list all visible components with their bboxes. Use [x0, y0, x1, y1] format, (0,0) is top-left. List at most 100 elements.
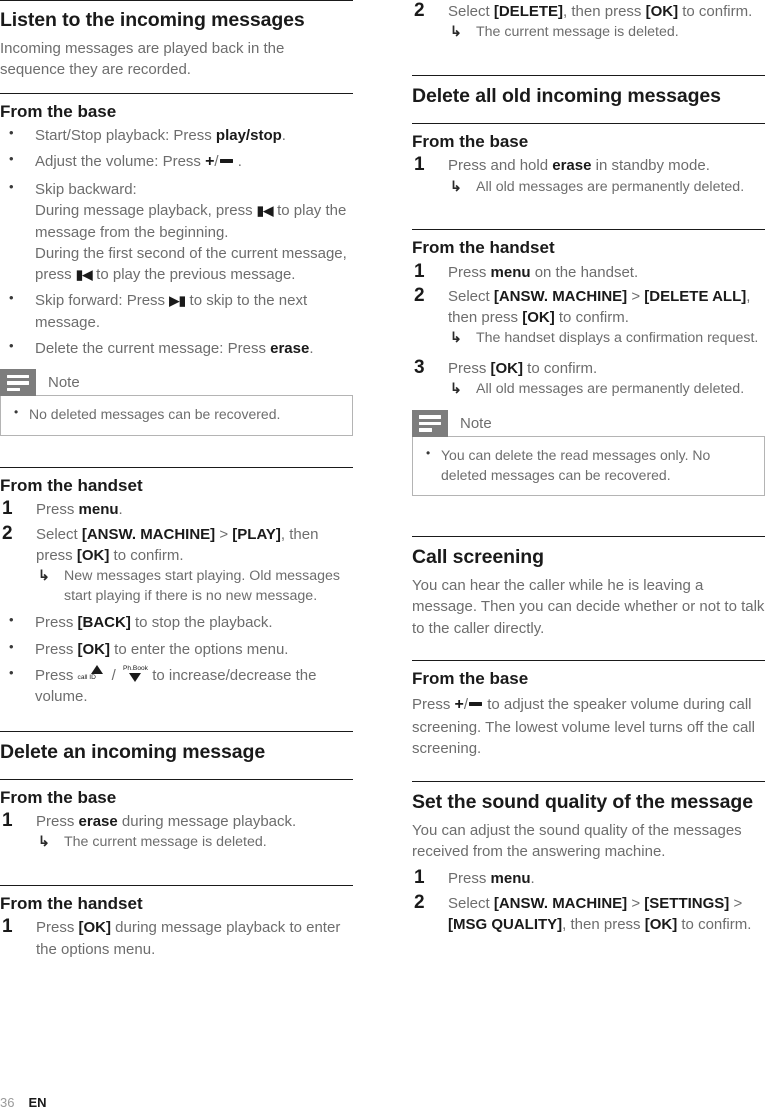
step-number: 1: [414, 154, 425, 176]
nav-down-phonebook-icon: Ph.Book: [120, 665, 148, 683]
delete-all-base-steps: 1 Press and hold erase in standby mode. …: [412, 154, 765, 198]
step-text: Select: [448, 894, 494, 912]
step-item: 1 Press [OK] during message playback to …: [0, 916, 353, 960]
list-item: Press [BACK] to stop the playback.: [0, 611, 353, 633]
step-text: Press: [36, 813, 79, 831]
bullet-text: Start/Stop playback: Press: [35, 126, 216, 144]
delete-handset-steps: 1 Press [OK] during message playback to …: [0, 916, 353, 960]
section-title-call-screening: Call screening: [412, 536, 765, 569]
step-text-suffix: during message playback.: [117, 813, 297, 831]
menu-answ-machine: [ANSW. MACHINE]: [493, 287, 628, 305]
subsection-title-from-the-handset-delete-all: From the handset: [412, 229, 765, 258]
step-item: 2 Select [DELETE], then press [OK] to co…: [412, 0, 765, 43]
bullet-text-suffix: .: [281, 126, 286, 144]
step-number: 1: [414, 260, 425, 282]
nav-down-label: Ph.Book: [123, 665, 148, 673]
key-ok: [OK]: [644, 915, 678, 933]
step-result: All old messages are permanently deleted…: [448, 379, 765, 400]
bullet-text: Press: [35, 667, 78, 685]
listen-handset-bullet-list: Press [BACK] to stop the playback. Press…: [0, 611, 353, 708]
call-screening-intro: You can hear the caller while he is leav…: [412, 577, 765, 637]
step-item: 1 Press menu.: [412, 867, 765, 889]
page-number: 36: [0, 1095, 15, 1110]
step-number: 2: [2, 522, 13, 544]
note-header: Note: [412, 409, 765, 437]
key-ok: [OK]: [522, 309, 555, 327]
menu-delete-all: [DELETE ALL]: [644, 287, 747, 305]
note-box: Note You can delete the read messages on…: [412, 409, 765, 497]
nav-up-callid-icon: call ID: [78, 665, 108, 683]
step-text-suffix: to confirm.: [109, 546, 184, 564]
list-item: Adjust the volume: Press +/ .: [0, 150, 353, 174]
step-text: Press: [448, 870, 491, 888]
step-text-suffix: to confirm.: [677, 915, 752, 933]
sound-quality-intro: You can adjust the sound quality of the …: [412, 821, 742, 861]
bullet-text-suffix: .: [233, 153, 242, 171]
slash-separator: /: [463, 696, 469, 714]
key-menu: menu: [490, 870, 531, 888]
bullet-text-suffix: .: [309, 340, 314, 358]
note-lines-icon: [0, 369, 36, 397]
listen-handset-steps: 1 Press menu. 2 Select [ANSW. MACHINE] >…: [0, 498, 353, 607]
key-ok: [OK]: [78, 919, 112, 937]
step-text: Select: [36, 525, 82, 543]
subsection-title-from-the-base-listen: From the base: [0, 92, 353, 122]
step-item: 1 Press menu.: [0, 498, 353, 520]
step-text-suffix: to confirm.: [678, 3, 753, 20]
key-ok: [OK]: [76, 546, 110, 564]
step-text-suffix: to confirm.: [523, 360, 598, 378]
step-number: 2: [414, 891, 425, 913]
note-box: Note No deleted messages can be recovere…: [0, 369, 353, 436]
subsection-title-from-the-handset-listen: From the handset: [0, 466, 353, 496]
note-lines-icon: [412, 409, 448, 437]
step-text-suffix: .: [530, 870, 535, 888]
volume-plus-icon: +: [454, 696, 464, 714]
menu-delete: [DELETE]: [493, 3, 564, 20]
note-content: You can delete the read messages only. N…: [412, 435, 765, 497]
list-item: Skip forward: Press ▶▮ to skip to the ne…: [0, 289, 353, 333]
skip-backward-icon: ▮◀: [75, 267, 93, 283]
manual-page: Listen to the incoming messages Incoming…: [0, 0, 766, 1119]
delete-base-steps: 1 Press erase during message playback. T…: [0, 810, 353, 853]
step-text: Press and hold: [448, 157, 553, 175]
step-item: 2 Select [ANSW. MACHINE] > [PLAY], then …: [0, 522, 353, 607]
step-result: The handset displays a confirmation requ…: [448, 328, 765, 349]
step-item: 2 Select [ANSW. MACHINE] > [SETTINGS] > …: [412, 891, 765, 936]
bullet-text: Press: [35, 640, 78, 658]
note-content: No deleted messages can be recovered.: [0, 395, 353, 436]
key-separator: /: [107, 667, 121, 685]
list-item: Start/Stop playback: Press play/stop.: [0, 124, 353, 146]
step-number: 1: [2, 498, 13, 520]
step-text-press: press: [603, 915, 645, 933]
step-item: 1 Press erase during message playback. T…: [0, 810, 353, 853]
bullet-text: Skip backward:: [35, 181, 137, 198]
step-text-suffix: on the handset.: [530, 263, 639, 281]
call-screening-base-paragraph: Press +/ to adjust the speaker volume du…: [412, 694, 765, 759]
key-erase: erase: [78, 813, 118, 831]
bullet-text: During message playback, press: [35, 202, 257, 220]
step-number: 2: [414, 284, 425, 306]
section-title-delete-incoming: Delete an incoming message: [0, 730, 353, 764]
step-result: All old messages are permanently deleted…: [448, 177, 765, 198]
skip-forward-icon: ▶▮: [169, 293, 186, 309]
sound-quality-steps: 1 Press menu. 2 Select [ANSW. MACHINE] >…: [412, 867, 765, 936]
step-text: Press: [448, 263, 491, 281]
note-label: Note: [460, 414, 492, 432]
key-ok: [OK]: [490, 360, 524, 378]
step-text: Select: [448, 287, 494, 305]
step-result: The current message is deleted.: [36, 832, 353, 853]
step-text: Press: [36, 919, 79, 937]
bullet-text-suffix: to enter the options menu.: [110, 640, 289, 658]
step-number: 1: [414, 867, 425, 889]
bullet-text-suffix: to stop the playback.: [130, 614, 273, 632]
slash-separator: /: [214, 153, 219, 171]
subsection-title-from-the-base-call-screening: From the base: [412, 660, 765, 689]
from-base-bullet-list: Start/Stop playback: Press play/stop. Ad…: [0, 124, 353, 359]
right-column: 2 Select [DELETE] , then press [OK] to co…: [412, 0, 765, 966]
note-item: No deleted messages can be recovered.: [11, 404, 342, 425]
step-text-mid: , then: [562, 915, 604, 933]
bullet-text: Adjust the volume: Press: [35, 153, 206, 171]
step-number: 2: [414, 0, 425, 21]
list-item: Press call ID / Ph.Book to increase/decr…: [0, 664, 353, 708]
key-ok: [OK]: [77, 640, 111, 658]
